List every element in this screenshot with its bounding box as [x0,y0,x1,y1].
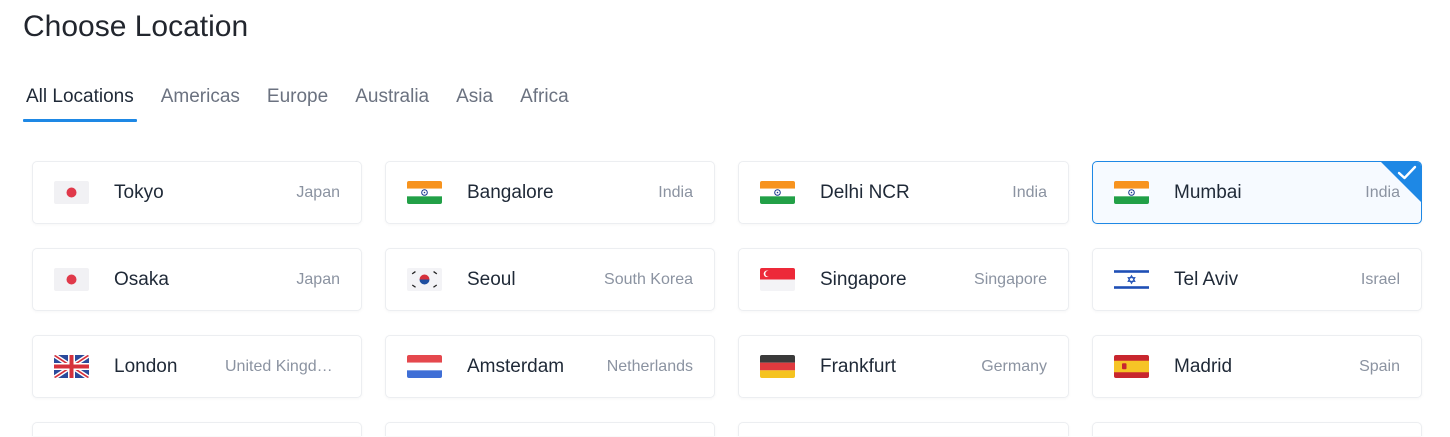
location-card[interactable] [738,422,1069,436]
location-card-seoul[interactable]: Seoul South Korea [385,248,715,311]
germany-flag-icon [760,355,795,378]
japan-flag-icon [54,181,89,204]
country-name: India [658,183,693,201]
uk-flag-icon [54,355,89,378]
location-card[interactable] [32,422,362,436]
location-card-london[interactable]: London United Kingdo… [32,335,362,398]
country-name: India [1012,183,1047,201]
south-korea-flag-icon [407,268,442,291]
city-name: Tokyo [114,181,164,203]
country-name: United Kingdo… [225,357,340,375]
city-name: Amsterdam [467,355,565,377]
netherlands-flag-icon [407,355,442,378]
japan-flag-icon [54,268,89,291]
choose-location-page: Choose Location All Locations Americas E… [0,0,1450,437]
location-grid: Tokyo Japan Bangalore India Delhi NCR In… [32,161,1422,436]
location-card[interactable] [385,422,715,436]
city-name: Singapore [820,268,907,290]
country-name: South Korea [604,270,693,288]
country-name: Spain [1359,357,1400,375]
spain-flag-icon [1114,355,1149,378]
city-name: Mumbai [1174,181,1242,203]
india-flag-icon [1114,181,1149,204]
tab-americas[interactable]: Americas [158,84,243,122]
tab-africa[interactable]: Africa [517,84,572,122]
location-card-tel-aviv[interactable]: Tel Aviv Israel [1092,248,1422,311]
checkmark-icon [1397,165,1417,180]
city-name: Madrid [1174,355,1233,377]
country-name: Germany [981,357,1047,375]
city-name: Delhi NCR [820,181,910,203]
country-name: Singapore [974,270,1047,288]
location-card-tokyo[interactable]: Tokyo Japan [32,161,362,224]
location-card-amsterdam[interactable]: Amsterdam Netherlands [385,335,715,398]
country-name: Japan [296,183,340,201]
country-name: Israel [1360,270,1400,288]
location-card-mumbai[interactable]: Mumbai India [1092,161,1422,224]
city-name: London [114,355,178,377]
location-card-frankfurt[interactable]: Frankfurt Germany [738,335,1069,398]
country-name: Netherlands [606,357,693,375]
location-card-madrid[interactable]: Madrid Spain [1092,335,1422,398]
india-flag-icon [760,181,795,204]
tab-europe[interactable]: Europe [264,84,331,122]
region-tabs: All Locations Americas Europe Australia … [23,84,593,122]
city-name: Frankfurt [820,355,897,377]
location-card[interactable] [1092,422,1422,436]
country-name: Japan [296,270,340,288]
india-flag-icon [407,181,442,204]
page-title: Choose Location [23,10,249,43]
tab-asia[interactable]: Asia [453,84,496,122]
tab-all-locations[interactable]: All Locations [23,84,137,122]
location-card-osaka[interactable]: Osaka Japan [32,248,362,311]
singapore-flag-icon [760,268,795,291]
city-name: Tel Aviv [1174,268,1239,290]
city-name: Seoul [467,268,516,290]
israel-flag-icon [1114,268,1149,291]
location-card-delhi-ncr[interactable]: Delhi NCR India [738,161,1069,224]
city-name: Bangalore [467,181,554,203]
tab-australia[interactable]: Australia [352,84,432,122]
location-card-bangalore[interactable]: Bangalore India [385,161,715,224]
location-card-singapore[interactable]: Singapore Singapore [738,248,1069,311]
city-name: Osaka [114,268,169,290]
